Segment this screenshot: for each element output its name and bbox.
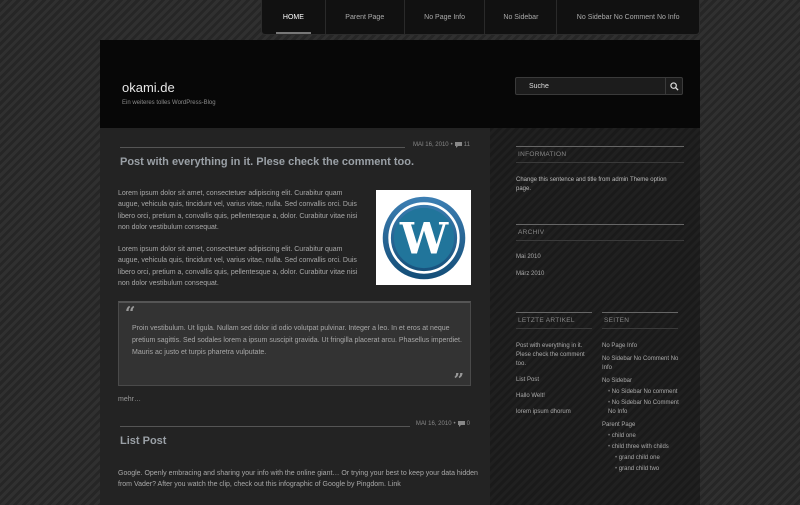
recent-post-item[interactable]: List Post xyxy=(516,376,594,385)
quote-text: Proin vestibulum. Ut ligula. Nullam sed … xyxy=(132,325,462,356)
post-title[interactable]: Post with everything in it. Plese check … xyxy=(120,156,414,168)
widget-title-information: INFORMATION xyxy=(516,146,684,163)
comment-count[interactable]: 0 xyxy=(467,421,470,427)
widget-title-recent-posts: LETZTE ARTIKEL xyxy=(516,312,592,329)
divider xyxy=(120,147,405,148)
comment-count[interactable]: 11 xyxy=(464,142,470,148)
post-meta: MAI 16, 2010 • 11 xyxy=(120,142,470,152)
recent-posts-list: Post with everything in it. Plese check … xyxy=(516,342,594,417)
page-item[interactable]: Parent Page child one child three with c… xyxy=(602,421,682,474)
page-item[interactable]: child three with childs grand child one … xyxy=(608,443,682,474)
page-item[interactable]: No Sidebar No Comment No Info xyxy=(602,355,682,373)
search-button[interactable] xyxy=(665,78,682,94)
page-item[interactable]: No Page Info xyxy=(602,342,682,351)
page-item[interactable]: No Sidebar No Comment No Info xyxy=(608,399,682,417)
post-paragraph: Lorem ipsum dolor sit amet, consectetuer… xyxy=(118,246,358,287)
site-title[interactable]: okami.de xyxy=(122,80,175,95)
sidebar: INFORMATION Change this sentence and tit… xyxy=(490,128,700,505)
nav-item-home[interactable]: HOME xyxy=(262,0,326,34)
widget-title-archive: ARCHIV xyxy=(516,224,684,241)
quote-close-icon: ” xyxy=(453,370,464,391)
site-header: okami.de Ein weiteres tolles WordPress-B… xyxy=(100,40,700,128)
recent-post-item[interactable]: Post with everything in it. Plese check … xyxy=(516,342,594,369)
post-title[interactable]: List Post xyxy=(120,435,166,447)
wordpress-logo-image: W xyxy=(376,190,471,285)
nav-item-no-sidebar[interactable]: No Sidebar xyxy=(485,0,558,34)
post-paragraph: Google. Openly embracing and sharing you… xyxy=(118,470,478,489)
pages-list: No Page Info No Sidebar No Comment No In… xyxy=(602,342,682,474)
comment-icon xyxy=(457,421,465,427)
page-item[interactable]: grand child two xyxy=(615,465,682,474)
recent-post-item[interactable]: Hallo Welt! xyxy=(516,392,594,401)
read-more-link[interactable]: mehr… xyxy=(118,396,141,403)
page-item-label[interactable]: child three with childs xyxy=(612,444,669,450)
nav-item-no-sidebar-no-comment[interactable]: No Sidebar No Comment No Info xyxy=(557,0,699,34)
post-meta: MAI 16, 2010 • 0 xyxy=(120,421,470,431)
page-item-label[interactable]: No Sidebar xyxy=(602,378,632,384)
main-content: MAI 16, 2010 • 11 Post with everything i… xyxy=(100,128,490,505)
comment-icon xyxy=(454,142,462,148)
page-item[interactable]: No Sidebar No Sidebar No comment No Side… xyxy=(602,377,682,417)
page-item[interactable]: child one xyxy=(608,432,682,441)
blockquote: “ Proin vestibulum. Ut ligula. Nullam se… xyxy=(118,301,471,391)
search-input[interactable] xyxy=(516,78,666,94)
nav-item-no-page-info[interactable]: No Page Info xyxy=(405,0,486,34)
quote-open-icon: “ xyxy=(125,303,136,324)
widget-title-pages: SEITEN xyxy=(602,312,678,329)
post-date: MAI 16, 2010 xyxy=(412,142,449,148)
page-item[interactable]: grand child one xyxy=(615,454,682,463)
post-paragraph: Lorem ipsum dolor sit amet, consectetuer… xyxy=(118,190,358,231)
search-box xyxy=(515,77,683,95)
information-text: Change this sentence and title from admi… xyxy=(516,177,667,192)
top-navigation: HOME Parent Page No Page Info No Sidebar… xyxy=(261,0,700,35)
wordpress-logo-icon: W xyxy=(382,196,465,279)
svg-text:W: W xyxy=(398,214,448,264)
nav-item-parent-page[interactable]: Parent Page xyxy=(326,0,405,34)
site-tagline: Ein weiteres tolles WordPress-Blog xyxy=(122,100,216,106)
search-icon xyxy=(669,81,679,91)
archive-list: Mai 2010 März 2010 xyxy=(516,253,544,279)
archive-item[interactable]: März 2010 xyxy=(516,270,544,279)
page-item[interactable]: No Sidebar No comment xyxy=(608,388,682,397)
recent-post-item[interactable]: lorem ipsum dhorum xyxy=(516,408,594,417)
post-date: MAI 16, 2010 xyxy=(415,421,452,427)
archive-item[interactable]: Mai 2010 xyxy=(516,253,544,262)
page-item-label[interactable]: Parent Page xyxy=(602,422,635,428)
divider xyxy=(120,426,410,427)
